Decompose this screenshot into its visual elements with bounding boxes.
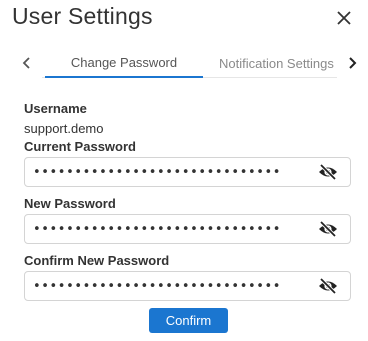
new-password-label: New Password <box>24 196 116 211</box>
confirm-new-password-input[interactable] <box>33 272 303 300</box>
chevron-right-icon[interactable] <box>337 48 367 78</box>
eye-slash-icon[interactable] <box>318 164 338 180</box>
chevron-left-icon[interactable] <box>12 48 42 78</box>
confirm-new-password-field <box>24 271 351 301</box>
tab-notification-settings[interactable]: Notification Settings <box>219 48 334 78</box>
current-password-field <box>24 157 351 187</box>
eye-slash-icon[interactable] <box>318 221 338 237</box>
username-value: support.demo <box>24 121 104 136</box>
dialog-title: User Settings <box>12 3 153 29</box>
new-password-input[interactable] <box>33 215 303 243</box>
close-icon[interactable] <box>335 9 353 27</box>
tab-change-password[interactable]: Change Password <box>45 48 203 78</box>
tab-bar: Change Password Notification Settings <box>12 48 367 78</box>
username-label: Username <box>24 101 87 116</box>
current-password-input[interactable] <box>33 158 303 186</box>
new-password-field <box>24 214 351 244</box>
confirm-button[interactable]: Confirm <box>149 308 228 333</box>
confirm-new-password-label: Confirm New Password <box>24 253 170 268</box>
eye-slash-icon[interactable] <box>318 278 338 294</box>
current-password-label: Current Password <box>24 139 136 154</box>
